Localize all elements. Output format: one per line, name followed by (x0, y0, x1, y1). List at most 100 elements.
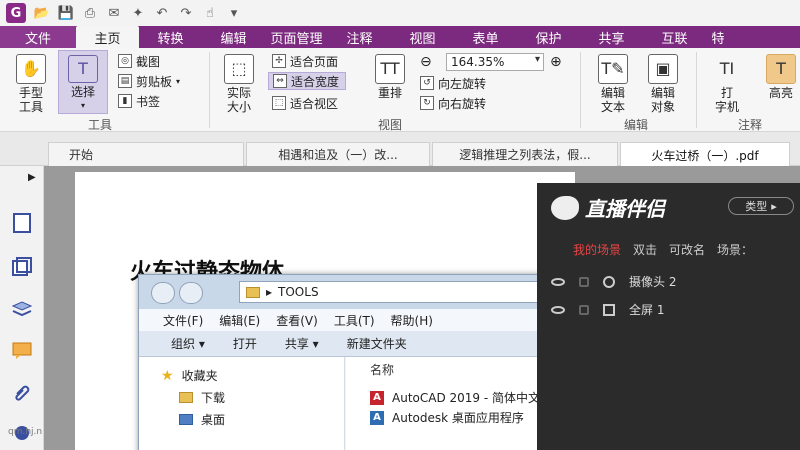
menu-feature[interactable]: 特 (706, 26, 730, 48)
eye-icon[interactable] (551, 277, 565, 286)
expand-arrow-icon[interactable]: ▶ (28, 172, 36, 183)
tab-scene[interactable]: 场景： (717, 241, 753, 258)
bookmark-label: 书签 (136, 94, 161, 109)
explorer-menu-edit[interactable]: 编辑(E) (219, 312, 260, 329)
menu-home[interactable]: 主页 (76, 26, 139, 48)
camera-icon: ◎ (118, 54, 132, 68)
tree-item-downloads[interactable]: 下载 (179, 389, 225, 406)
redo-icon[interactable]: ↷ (178, 5, 194, 21)
typewriter-button[interactable]: TI 打 字机 (706, 54, 748, 115)
actual-size-button[interactable]: ⬚ 实际 大小 (218, 54, 260, 114)
scene-tabs: 我的场景 双击 可改名 场景： (573, 241, 753, 258)
back-button[interactable] (151, 282, 175, 304)
explorer-nav-bar: ▸ TOOLS (139, 275, 579, 309)
lock-icon[interactable] (579, 276, 589, 287)
explorer-window: ▸ TOOLS 文件(F) 编辑(E) 查看(V) 工具(T) 帮助(H) 组织… (138, 274, 579, 450)
comments-icon[interactable] (11, 340, 33, 362)
file-row[interactable]: A Autodesk 桌面应用程序 (370, 409, 524, 426)
source-row-camera[interactable]: 摄像头 2 (551, 273, 676, 290)
tab-double-click[interactable]: 双击 (633, 241, 657, 258)
hand-tool-label: 手型 工具 (18, 86, 43, 114)
explorer-menu-help[interactable]: 帮助(H) (391, 312, 433, 329)
menu-connect[interactable]: 互联 (643, 26, 706, 48)
divider (580, 52, 581, 128)
menu-page-manage[interactable]: 页面管理 (265, 26, 328, 48)
select-button[interactable]: T 选择 ▾ (58, 50, 108, 114)
tree-item-label: 桌面 (201, 413, 226, 427)
chevron-down-icon: ▾ (80, 101, 85, 110)
tab-my-scene[interactable]: 我的场景 (573, 241, 621, 258)
open-button[interactable]: 打开 (233, 335, 257, 352)
tab-start[interactable]: 开始 (48, 142, 244, 166)
print-icon[interactable]: ⎙ (82, 5, 98, 21)
lock-icon[interactable] (579, 304, 589, 315)
tab-meet-chase[interactable]: 相遇和追及（一）改... (246, 142, 430, 166)
edit-object-button[interactable]: ▣ 编辑 对象 (642, 54, 684, 114)
menu-share[interactable]: 共享 (580, 26, 643, 48)
bookmark-icon: ▮ (118, 94, 132, 108)
customize-icon[interactable]: ▾ (226, 5, 242, 21)
tab-rename[interactable]: 可改名 (669, 241, 705, 258)
tree-item-favorites[interactable]: ★ 收藏夹 (161, 367, 218, 384)
hand-icon[interactable]: ☝ (202, 5, 218, 21)
tab-train-bridge[interactable]: 火车过桥（一）.pdf (620, 142, 790, 167)
rotate-right-button[interactable]: ↻ 向右旋转 (420, 94, 486, 112)
page-icon[interactable] (11, 212, 33, 234)
file-row[interactable]: A AutoCAD 2019 - 简体中文 (370, 389, 540, 406)
zoom-in-button[interactable]: ⊕ (550, 53, 562, 71)
email-icon[interactable]: ✉ (106, 5, 122, 21)
eye-icon[interactable] (551, 305, 565, 314)
menu-view[interactable]: 视图 (391, 26, 454, 48)
new-icon[interactable]: ✦ (130, 5, 146, 21)
rotate-left-button[interactable]: ↺ 向左旋转 (420, 74, 486, 92)
bookmark-button[interactable]: ▮ 书签 (118, 92, 160, 110)
zoom-out-button[interactable]: ⊖ (420, 53, 432, 71)
attachment-icon[interactable] (11, 382, 33, 404)
tools-group-label: 工具 (88, 118, 113, 132)
menu-comment[interactable]: 注释 (328, 26, 391, 48)
fit-width-button[interactable]: ⇔ 适合宽度 (268, 72, 347, 90)
type-button[interactable]: 类型 ▸ (728, 197, 794, 215)
fit-view-label: 适合视区 (290, 96, 339, 111)
forward-button[interactable] (179, 282, 203, 304)
zoom-in-icon: ⊕ (550, 54, 562, 70)
chevron-right-icon: ▸ (771, 199, 777, 213)
menu-file[interactable]: 文件 (0, 26, 76, 48)
fit-view-button[interactable]: ⬚ 适合视区 (272, 94, 338, 112)
new-folder-button[interactable]: 新建文件夹 (347, 335, 407, 352)
explorer-menu-view[interactable]: 查看(V) (276, 312, 318, 329)
fit-page-button[interactable]: ✢ 适合页面 (272, 52, 338, 70)
source-row-fullscreen[interactable]: 全屏 1 (551, 301, 664, 318)
share-button[interactable]: 共享 ▾ (285, 335, 319, 352)
address-bar[interactable]: ▸ TOOLS (239, 281, 577, 303)
watermark-text: qm.hj.n (8, 427, 43, 437)
explorer-menu-file[interactable]: 文件(F) (163, 312, 203, 329)
open-icon[interactable]: 📂 (34, 5, 50, 21)
menu-protect[interactable]: 保护 (517, 26, 580, 48)
actual-size-icon: ⬚ (224, 54, 254, 84)
tree-item-desktop[interactable]: 桌面 (179, 411, 225, 428)
column-header-name[interactable]: 名称 (370, 361, 394, 378)
layers-icon[interactable] (11, 298, 33, 320)
explorer-menu-tools[interactable]: 工具(T) (334, 312, 375, 329)
reflow-label: 重排 (377, 86, 402, 100)
organize-button[interactable]: 组织 ▾ (171, 335, 205, 352)
hand-tool-button[interactable]: ✋ 手型 工具 (10, 54, 52, 114)
thumbnails-icon[interactable] (11, 256, 33, 278)
zoom-select[interactable]: 164.35% ▾ (446, 53, 544, 71)
undo-icon[interactable]: ↶ (154, 5, 170, 21)
chevron-down-icon: ▾ (534, 54, 540, 65)
menu-edit[interactable]: 编辑 (202, 26, 265, 48)
menu-convert[interactable]: 转换 (139, 26, 202, 48)
highlight-button[interactable]: T 高亮 (760, 54, 800, 100)
reflow-button[interactable]: TT 重排 (370, 54, 410, 100)
clipboard-button[interactable]: ▤ 剪贴板 ▾ (118, 72, 180, 90)
edit-text-button[interactable]: T✎ 编辑 文本 (592, 54, 634, 114)
save-icon[interactable]: 💾 (58, 5, 74, 21)
tree-item-label: 下载 (201, 391, 226, 405)
live-stream-panel: 直播伴侣 类型 ▸ 我的场景 双击 可改名 场景： 摄像头 2 全屏 1 (537, 183, 800, 450)
tab-logic-reasoning[interactable]: 逻辑推理之列表法，假... (432, 142, 618, 166)
screenshot-button[interactable]: ◎ 截图 (118, 52, 160, 70)
menu-form[interactable]: 表单 (454, 26, 517, 48)
type-label: 类型 (745, 200, 768, 213)
